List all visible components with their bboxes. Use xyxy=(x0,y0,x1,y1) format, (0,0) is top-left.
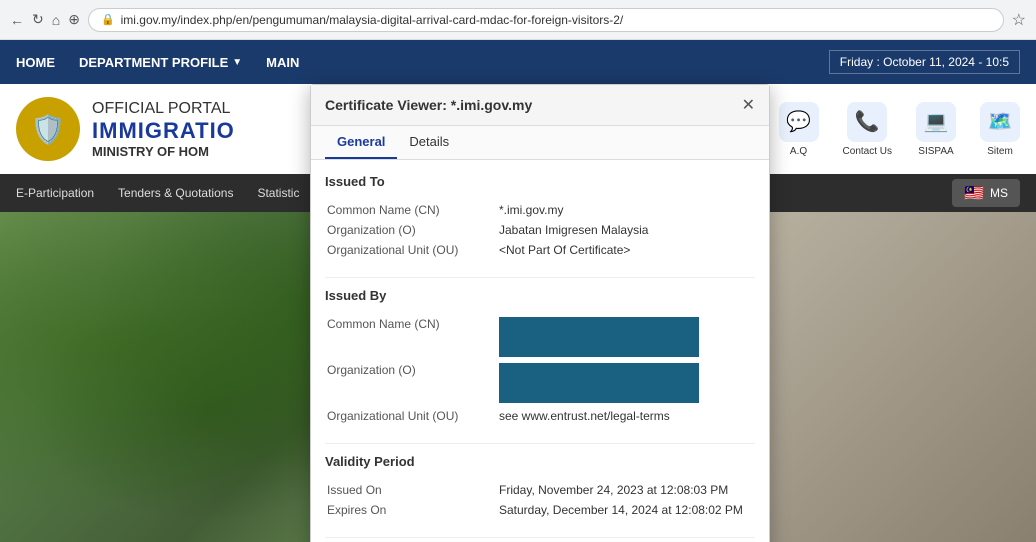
home-button[interactable]: ⌂ xyxy=(52,12,60,28)
dialog-title: Certificate Viewer: *.imi.gov.my xyxy=(325,97,532,113)
lock-icon: 🔒 xyxy=(101,13,115,26)
cn-value: *.imi.gov.my xyxy=(499,201,753,219)
redacted-block xyxy=(499,317,699,357)
dialog-close-button[interactable]: ✕ xyxy=(742,95,755,115)
address-bar[interactable]: 🔒 imi.gov.my/index.php/en/pengumuman/mal… xyxy=(88,8,1004,32)
table-row: Organization (O) xyxy=(327,361,753,405)
issuer-cn-value xyxy=(499,315,753,359)
issuer-org-value xyxy=(499,361,753,405)
issuer-ou-value: see www.entrust.net/legal-terms xyxy=(499,407,753,425)
issued-by-table: Common Name (CN) Organization (O) Organi… xyxy=(325,313,755,427)
expires-on-key: Expires On xyxy=(327,501,497,519)
cn-key: Common Name (CN) xyxy=(327,201,497,219)
redacted-block-2 xyxy=(499,363,699,403)
table-row: Expires On Saturday, December 14, 2024 a… xyxy=(327,501,753,519)
issued-to-label: Issued To xyxy=(325,174,755,189)
divider-2 xyxy=(325,443,755,444)
dialog-title-bar: Certificate Viewer: *.imi.gov.my ✕ xyxy=(311,85,769,126)
tab-general[interactable]: General xyxy=(325,126,397,159)
issued-to-table: Common Name (CN) *.imi.gov.my Organizati… xyxy=(325,199,755,261)
settings-icon[interactable]: ⊕ xyxy=(68,11,80,28)
reload-button[interactable]: ↻ xyxy=(32,11,44,28)
ou-value: <Not Part Of Certificate> xyxy=(499,241,753,259)
issued-by-label: Issued By xyxy=(325,288,755,303)
issued-on-value: Friday, November 24, 2023 at 12:08:03 PM xyxy=(499,481,753,499)
url-text: imi.gov.my/index.php/en/pengumuman/malay… xyxy=(121,13,624,27)
validity-label: Validity Period xyxy=(325,454,755,469)
page-background: HOME DEPARTMENT PROFILE ▼ MAIN Friday : … xyxy=(0,40,1036,542)
tab-details[interactable]: Details xyxy=(397,126,461,159)
table-row: Organizational Unit (OU) <Not Part Of Ce… xyxy=(327,241,753,259)
browser-chrome: ← ↻ ⌂ ⊕ 🔒 imi.gov.my/index.php/en/pengum… xyxy=(0,0,1036,40)
divider xyxy=(325,277,755,278)
bookmark-icon[interactable]: ☆ xyxy=(1012,10,1026,30)
ou-key: Organizational Unit (OU) xyxy=(327,241,497,259)
issued-on-key: Issued On xyxy=(327,481,497,499)
table-row: Organizational Unit (OU) see www.entrust… xyxy=(327,407,753,425)
expires-on-value: Saturday, December 14, 2024 at 12:08:02 … xyxy=(499,501,753,519)
table-row: Organization (O) Jabatan Imigresen Malay… xyxy=(327,221,753,239)
certificate-dialog: Certificate Viewer: *.imi.gov.my ✕ Gener… xyxy=(310,84,770,542)
dialog-overlay: Certificate Viewer: *.imi.gov.my ✕ Gener… xyxy=(0,40,1036,542)
issuer-cn-key: Common Name (CN) xyxy=(327,315,497,359)
table-row: Issued On Friday, November 24, 2023 at 1… xyxy=(327,481,753,499)
issuer-org-key: Organization (O) xyxy=(327,361,497,405)
validity-table: Issued On Friday, November 24, 2023 at 1… xyxy=(325,479,755,521)
issuer-ou-key: Organizational Unit (OU) xyxy=(327,407,497,425)
dialog-body: Issued To Common Name (CN) *.imi.gov.my … xyxy=(311,160,769,542)
table-row: Common Name (CN) *.imi.gov.my xyxy=(327,201,753,219)
divider-3 xyxy=(325,537,755,538)
org-value: Jabatan Imigresen Malaysia xyxy=(499,221,753,239)
dialog-tabs: General Details xyxy=(311,126,769,160)
org-key: Organization (O) xyxy=(327,221,497,239)
back-button[interactable]: ← xyxy=(10,12,24,28)
table-row: Common Name (CN) xyxy=(327,315,753,359)
